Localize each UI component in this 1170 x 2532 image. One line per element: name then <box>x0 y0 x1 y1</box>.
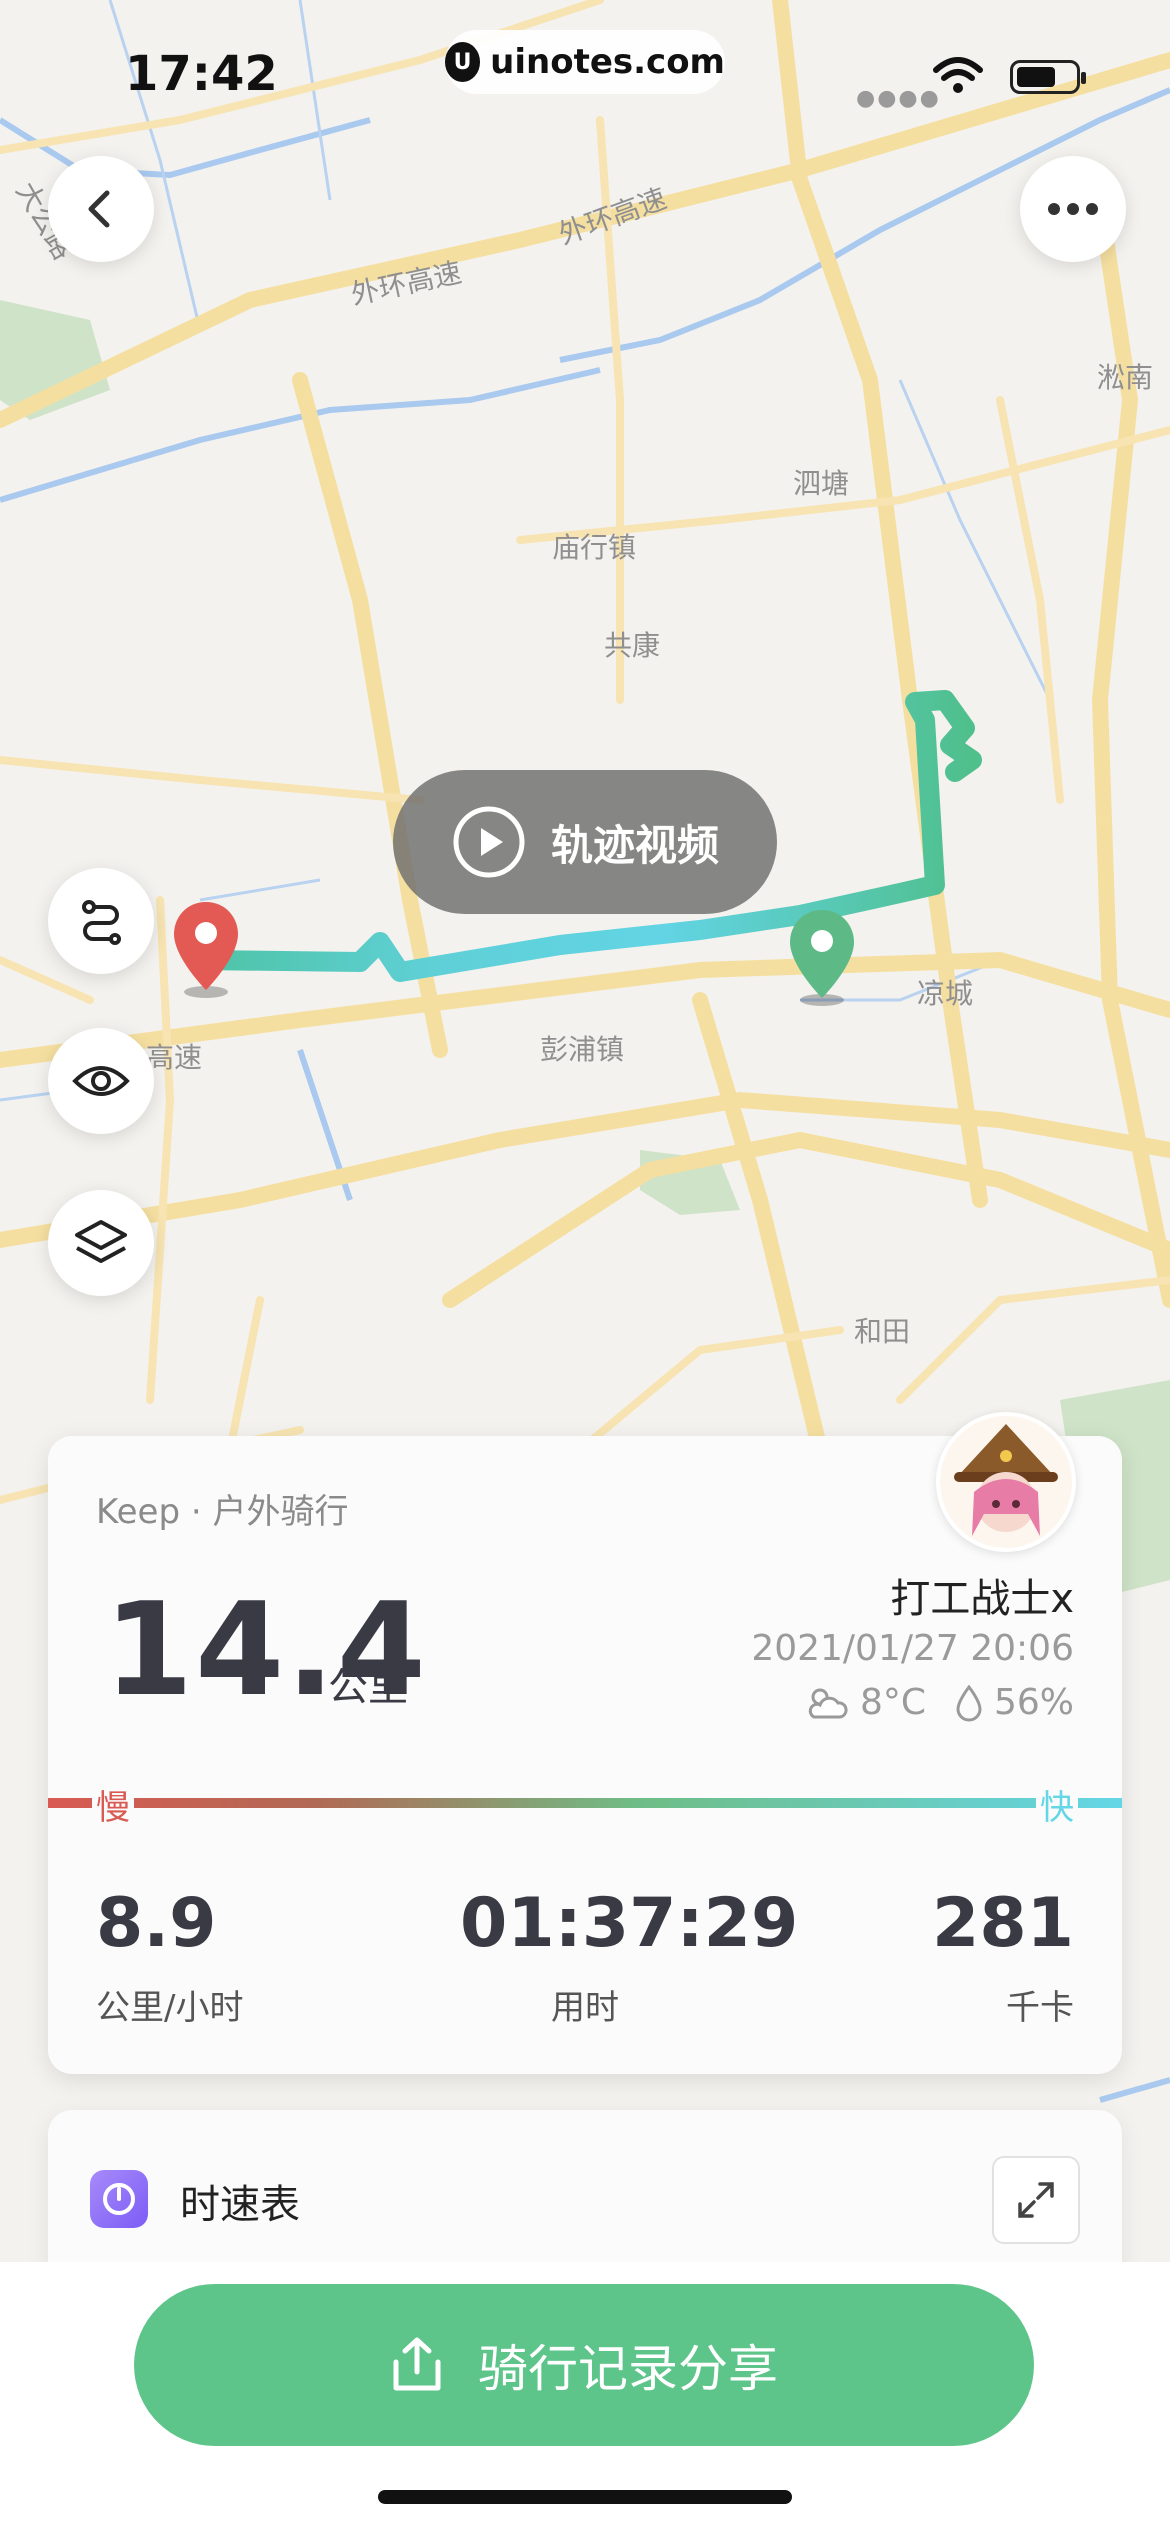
calories-value: 281 <box>932 1884 1074 1963</box>
start-location-pin-icon[interactable] <box>786 908 858 1008</box>
cellular-signal-icon: ●●●● <box>856 86 941 111</box>
map-label-district: 共康 <box>604 629 661 662</box>
home-indicator[interactable] <box>378 2490 792 2504</box>
status-bar: 17:42 U uinotes.com ●●●● <box>0 0 1170 140</box>
chevron-left-icon <box>88 190 110 228</box>
more-dots-icon <box>1048 203 1098 215</box>
route-toggle-button[interactable] <box>48 868 154 974</box>
speedometer-title: 时速表 <box>180 2182 300 2228</box>
avg-speed-value: 8.9 <box>96 1884 217 1963</box>
map-layers-button[interactable] <box>48 1190 154 1296</box>
speed-legend-bar <box>48 1798 1122 1808</box>
expand-button[interactable] <box>992 2156 1080 2244</box>
track-video-button[interactable]: 轨迹视频 <box>393 770 777 914</box>
map-label-district: 凉城 <box>917 977 974 1010</box>
play-circle-icon <box>453 806 525 878</box>
map-label-district: 淞南 <box>1097 361 1154 394</box>
track-video-label: 轨迹视频 <box>550 820 719 870</box>
duration-label: 用时 <box>551 1988 619 2028</box>
map-label-district: 和田 <box>854 1315 911 1348</box>
share-upload-icon <box>393 2337 441 2391</box>
end-location-pin-icon[interactable] <box>170 900 242 1000</box>
speedometer-icon <box>90 2170 148 2228</box>
map-label-district: 庙行镇 <box>552 531 637 564</box>
expand-icon <box>1018 2182 1054 2218</box>
distance-unit: 公里 <box>328 1664 408 1710</box>
avg-speed-label: 公里/小时 <box>96 1988 244 2028</box>
url-pill[interactable]: U uinotes.com <box>445 30 725 94</box>
temperature: 8°C <box>859 1682 926 1723</box>
wifi-icon <box>933 57 983 93</box>
share-ride-label: 骑行记录分享 <box>478 2340 778 2398</box>
route-icon <box>82 900 121 945</box>
speed-legend-fast: 快 <box>1036 1780 1078 1829</box>
duration-value: 01:37:29 <box>460 1884 799 1963</box>
ride-stats-card: Keep · 户外骑行 14.4 公里 打工战士x 2021/01/27 20:… <box>48 1412 1122 2074</box>
map-label-district: 彭浦镇 <box>540 1033 625 1066</box>
eye-icon <box>72 1066 130 1096</box>
weather-info: 8°C 56% <box>804 1682 1074 1723</box>
share-ride-button[interactable]: 骑行记录分享 <box>134 2284 1034 2446</box>
url-text: uinotes.com <box>490 42 725 82</box>
more-options-button[interactable] <box>1020 156 1126 262</box>
humidity-drop-icon <box>956 1684 982 1721</box>
activity-source: Keep · 户外骑行 <box>96 1492 349 1532</box>
visibility-button[interactable] <box>48 1028 154 1134</box>
battery-icon <box>1010 60 1086 94</box>
layers-icon <box>75 1220 127 1263</box>
map-label-road: 高速 <box>146 1041 203 1074</box>
partly-cloudy-icon <box>808 1688 848 1718</box>
calories-label: 千卡 <box>1006 1988 1074 2028</box>
ride-datetime: 2021/01/27 20:06 <box>751 1628 1074 1669</box>
humidity: 56% <box>993 1682 1074 1723</box>
status-time: 17:42 <box>125 46 278 102</box>
avatar[interactable] <box>936 1412 1076 1552</box>
avatar-image <box>940 1416 1072 1548</box>
speed-legend-slow: 慢 <box>92 1780 134 1829</box>
uinotes-logo-icon: U <box>445 42 481 82</box>
map-label-district: 泗塘 <box>793 467 850 500</box>
back-button[interactable] <box>48 156 154 262</box>
username: 打工战士x <box>890 1576 1074 1622</box>
